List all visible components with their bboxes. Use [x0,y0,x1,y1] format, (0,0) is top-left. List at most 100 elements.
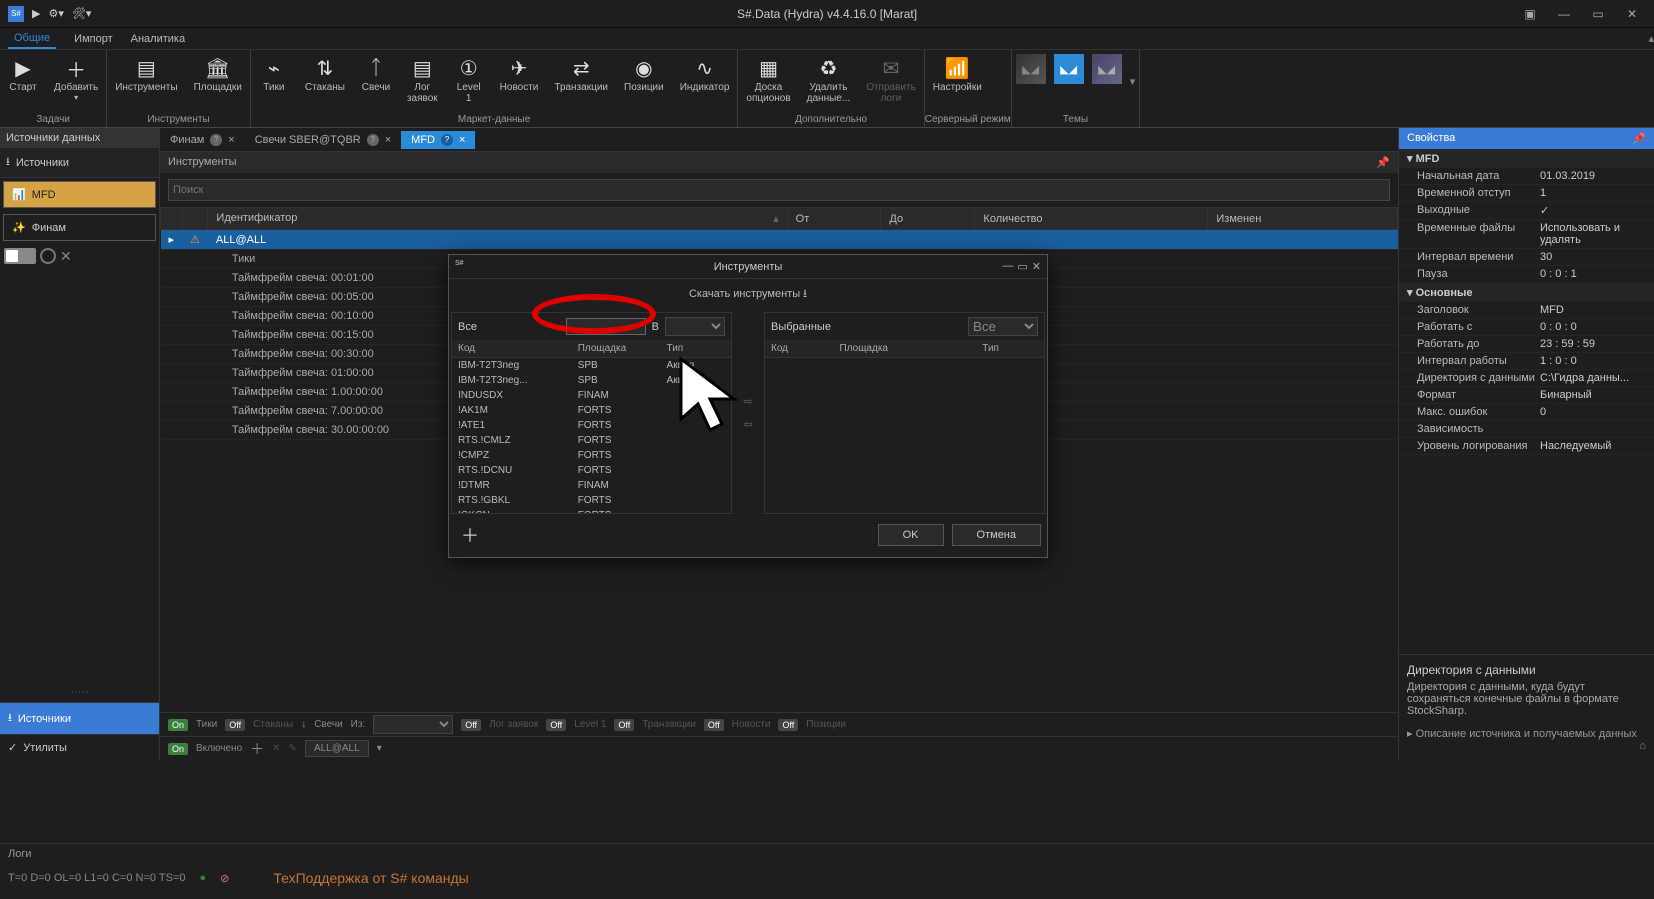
trans-off[interactable]: Off [614,719,634,731]
edit-icon[interactable]: ✎ [289,743,297,754]
option-board-button[interactable]: ▦Доска опционов [738,50,798,112]
all-table[interactable]: Код Площадка Тип IBM-T2T3negSPBАкцияIBM-… [452,340,731,513]
selected-filter-select[interactable]: Все [968,317,1038,336]
add-icon[interactable]: ＋ [250,739,264,759]
dialog-row[interactable]: !AK1MFORTS [452,403,731,418]
pin-icon[interactable]: 📌 [1632,132,1646,145]
property-row[interactable]: Уровень логированияНаследуемый [1399,438,1654,455]
logs-label[interactable]: Логи [8,848,1646,860]
tab-candles[interactable]: Свечи SBER@TQBR?× [245,131,401,149]
send-logs-button[interactable]: ✉Отправить логи [858,50,924,112]
instruments-button[interactable]: ▤Инструменты [107,50,185,112]
property-row[interactable]: Работать с0 : 0 : 0 [1399,319,1654,336]
positions-button[interactable]: ◉Позиции [616,50,672,112]
candles-button[interactable]: ᛏСвечи [353,50,399,112]
level1-off[interactable]: Off [546,719,566,731]
download-instruments-row[interactable]: Скачать инструменты ⭳ [449,279,1047,310]
window-restore-icon[interactable]: ▣ [1516,7,1544,21]
menu-tab-general[interactable]: Общие [8,29,56,49]
property-row[interactable]: Директория с даннымиC:\Гидра данны... [1399,370,1654,387]
start-button[interactable]: ▶Старт [0,50,46,112]
col-from[interactable]: От [787,208,881,230]
source-item-mfd[interactable]: 📊 MFD [3,181,156,208]
close-tab-icon[interactable]: × [385,134,391,146]
move-right-icon[interactable]: ⇨ [743,395,752,408]
filter-input[interactable] [566,318,646,335]
dialog-minimize-icon[interactable]: — [1002,260,1013,273]
theme-more-icon[interactable]: ▾ [1126,50,1140,112]
orderlog-off[interactable]: Off [461,719,481,731]
property-row[interactable]: Выходные✓ [1399,202,1654,220]
ticks-button[interactable]: ⌁Тики [251,50,297,112]
dialog-close-icon[interactable]: ✕ [1032,260,1041,273]
help-icon[interactable]: ? [441,134,453,146]
sort-icon[interactable]: ↓ [301,719,306,730]
dialog-row[interactable]: !CMPZFORTS [452,448,731,463]
pin-icon[interactable]: 📌 [1376,156,1390,169]
menu-tab-analytics[interactable]: Аналитика [131,33,185,45]
expand-description[interactable]: ▸ Описание источника и получаемых данных [1407,727,1646,740]
tool-icon[interactable]: 🛠▾ [72,7,92,20]
property-row[interactable]: Временной отступ1 [1399,185,1654,202]
dropdown-icon[interactable]: ▾ [377,743,382,754]
help-icon[interactable]: ? [210,134,222,146]
search-input[interactable] [168,179,1390,201]
prop-category-main[interactable]: ▾ Основные [1399,283,1654,302]
property-row[interactable]: Работать до23 : 59 : 59 [1399,336,1654,353]
theme-2[interactable]: ◣◢ [1054,54,1084,84]
depths-button[interactable]: ⇅Стаканы [297,50,353,112]
pos-off[interactable]: Off [778,719,798,731]
nav-sources[interactable]: ⭳Источники [0,702,159,734]
grid-row-selected[interactable]: ▸⚠ ALL@ALL [161,230,1398,250]
dialog-maximize-icon[interactable]: ▭ [1017,260,1027,273]
property-row[interactable]: Временные файлыИспользовать и удалять [1399,220,1654,249]
ok-button[interactable]: OK [878,524,944,546]
col-code[interactable]: Код [765,340,834,358]
cancel-button[interactable]: Отмена [952,524,1041,546]
add-button[interactable]: ＋Добавить▾ [46,50,106,112]
col-code[interactable]: Код [452,340,572,358]
col-changed[interactable]: Изменен [1208,208,1398,230]
tab-mfd[interactable]: MFD?× [401,131,475,149]
remove-source-icon[interactable]: ✕ [60,248,72,265]
nav-utils[interactable]: ✓Утилиты [0,734,159,760]
property-row[interactable]: ФорматБинарный [1399,387,1654,404]
menu-tab-import[interactable]: Импорт [74,33,112,45]
enabled-on[interactable]: On [168,743,188,755]
prop-category-mfd[interactable]: ▾ MFD [1399,149,1654,168]
transactions-button[interactable]: ⇄Транзакции [546,50,616,112]
col-board[interactable]: Площадка [572,340,661,358]
orderlog-button[interactable]: ▤Лог заявок [399,50,446,112]
property-row[interactable]: Зависимость [1399,421,1654,438]
indicator-button[interactable]: ∿Индикатор [672,50,738,112]
maximize-icon[interactable]: ▭ [1584,7,1612,21]
property-row[interactable]: Пауза0 : 0 : 1 [1399,266,1654,283]
move-left-icon[interactable]: ⇦ [743,418,752,431]
theme-1[interactable]: ◣◢ [1016,54,1046,84]
news-off[interactable]: Off [704,719,724,731]
dialog-row[interactable]: RTS.!GBKLFORTS [452,493,731,508]
dialog-row[interactable]: !DTMRFINAM [452,478,731,493]
property-row[interactable]: ЗаголовокMFD [1399,302,1654,319]
allall-field[interactable]: ALL@ALL [305,740,369,757]
close-icon[interactable]: ✕ [1618,7,1646,21]
property-row[interactable]: Интервал работы1 : 0 : 0 [1399,353,1654,370]
home-icon[interactable]: ⌂ [1407,740,1646,752]
settings-button[interactable]: 📶Настройки [925,50,990,112]
dialog-row[interactable]: RTS.!CMLZFORTS [452,433,731,448]
news-button[interactable]: ✈Новости [492,50,547,112]
dialog-row[interactable]: INDUSDXFINAM [452,388,731,403]
refresh-icon[interactable] [40,248,56,264]
dialog-row[interactable]: !GKCNFORTS [452,508,731,513]
property-row[interactable]: Начальная дата01.03.2019 [1399,168,1654,185]
play-icon[interactable]: ▶ [32,7,40,20]
source-toggle[interactable] [4,248,36,264]
close-tab-icon[interactable]: × [459,134,465,146]
gear-icon[interactable]: ⚙▾ [48,7,63,20]
property-row[interactable]: Интервал времени30 [1399,249,1654,266]
add-instrument-icon[interactable]: ＋ [455,522,485,548]
delete-data-button[interactable]: ♻Удалить данные... [799,50,859,112]
candles-from-select[interactable] [373,715,453,734]
level1-button[interactable]: ①Level 1 [446,50,492,112]
minimize-icon[interactable]: — [1550,7,1578,21]
